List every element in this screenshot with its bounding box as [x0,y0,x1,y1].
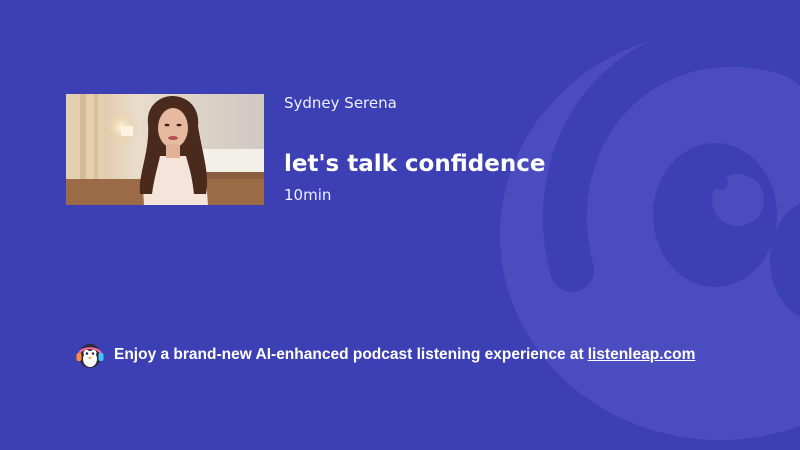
episode-thumbnail[interactable] [66,94,264,205]
episode-thumbnail-image [66,94,264,205]
episode-duration: 10min [284,186,332,204]
penguin-headphones-icon [76,344,104,368]
promo-text: Enjoy a brand-new AI-enhanced podcast li… [114,346,584,363]
episode-author: Sydney Serena [284,94,397,112]
background-mascot-icon [500,22,800,440]
listenleap-link[interactable]: listenleap.com [588,346,696,364]
promo-banner: Enjoy a brand-new AI-enhanced podcast li… [75,341,695,369]
episode-title[interactable]: let's talk confidence [284,149,545,179]
